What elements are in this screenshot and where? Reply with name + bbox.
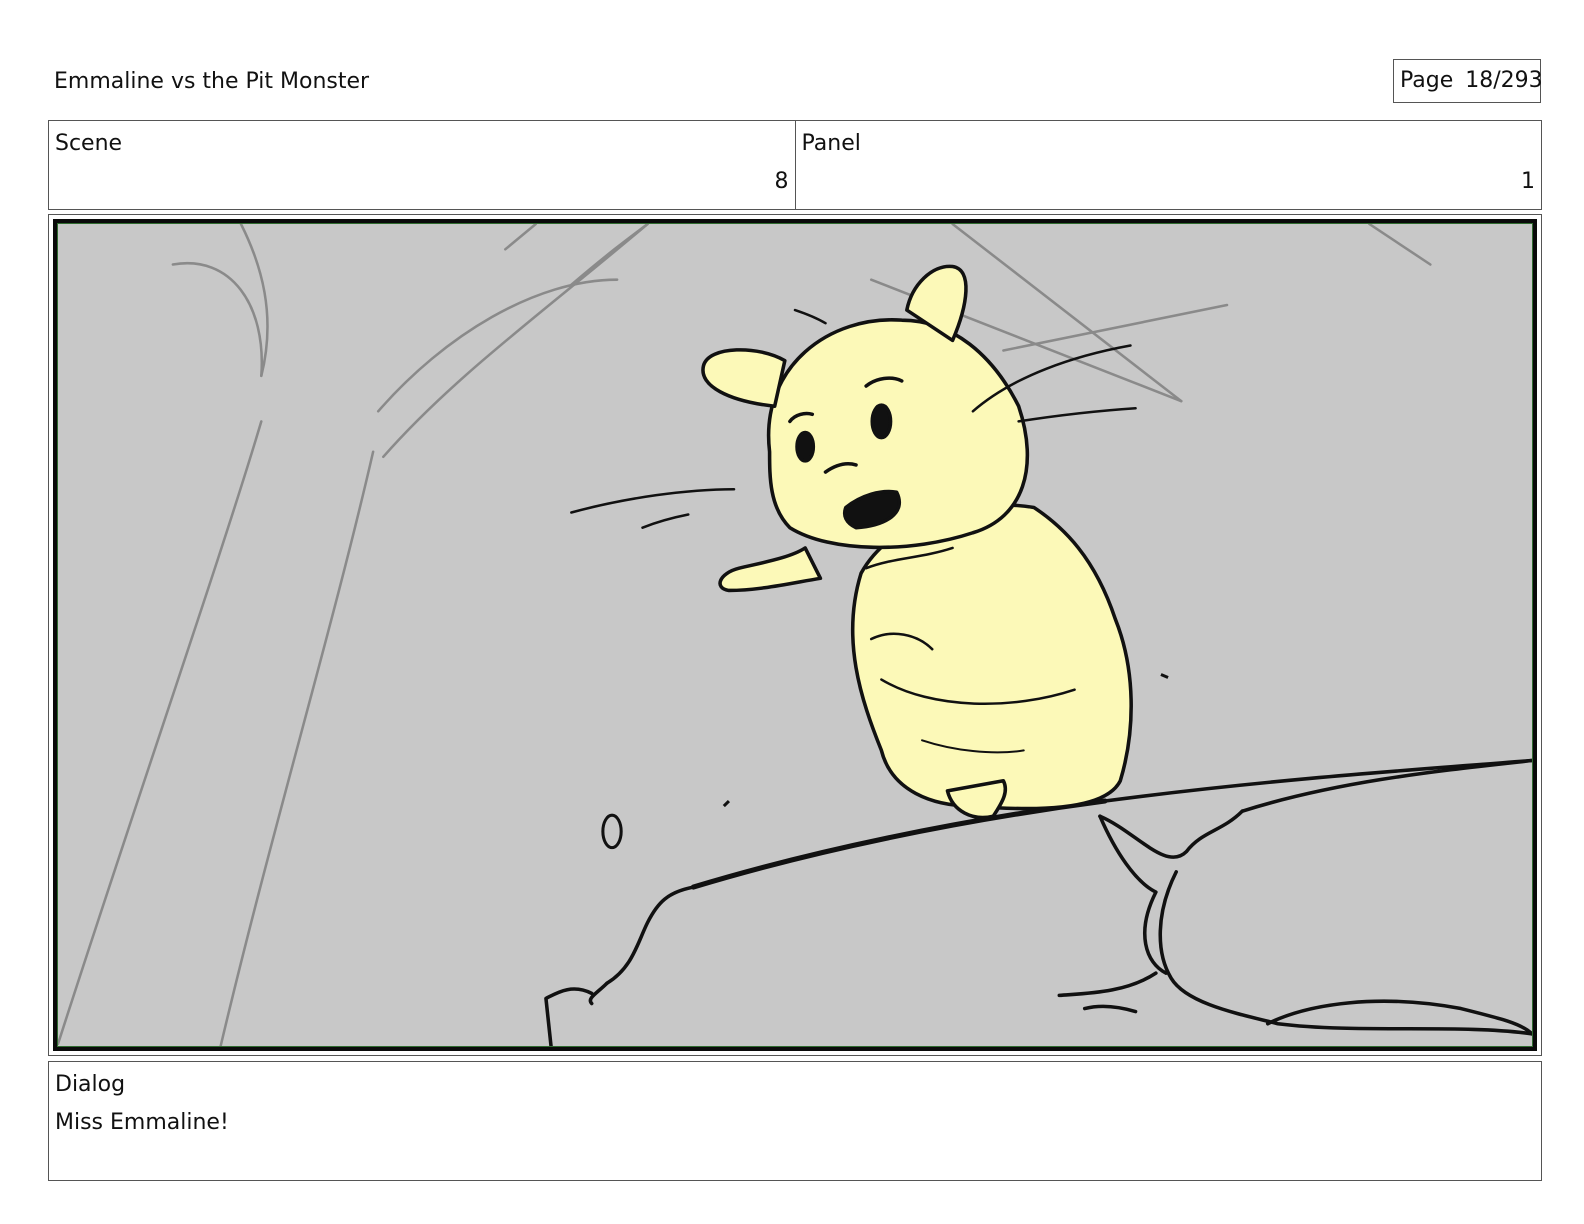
hamster-sketch-illustration — [58, 224, 1532, 1046]
scene-cell: Scene 8 — [49, 121, 795, 209]
panel-number: 1 — [1521, 169, 1535, 194]
dialog-box: Dialog Miss Emmaline! — [48, 1061, 1542, 1181]
scene-panel-row: Scene 8 Panel 1 — [48, 120, 1542, 210]
scene-number: 8 — [774, 169, 789, 194]
page-number: 18/293 — [1465, 68, 1543, 93]
storyboard-panel-frame — [48, 214, 1542, 1056]
page-label: Page — [1400, 68, 1454, 93]
dialog-label: Dialog — [55, 1072, 126, 1097]
panel-cell: Panel 1 — [794, 121, 1542, 209]
page-indicator: Page 18/293 — [1393, 59, 1543, 103]
hamster-arm — [718, 546, 823, 593]
panel-label: Panel — [801, 131, 861, 156]
hamster-ear-left — [701, 348, 787, 408]
background-sketch-lines — [58, 224, 1432, 1046]
hamster-body — [850, 503, 1133, 811]
dialog-text: Miss Emmaline! — [55, 1110, 229, 1135]
hamster-eye-left — [795, 430, 816, 463]
storyboard-panel-image — [57, 223, 1533, 1047]
hamster-eye-right — [870, 403, 893, 440]
storyboard-panel-border — [53, 219, 1537, 1051]
project-title: Emmaline vs the Pit Monster — [54, 69, 370, 94]
scene-label: Scene — [55, 131, 123, 156]
